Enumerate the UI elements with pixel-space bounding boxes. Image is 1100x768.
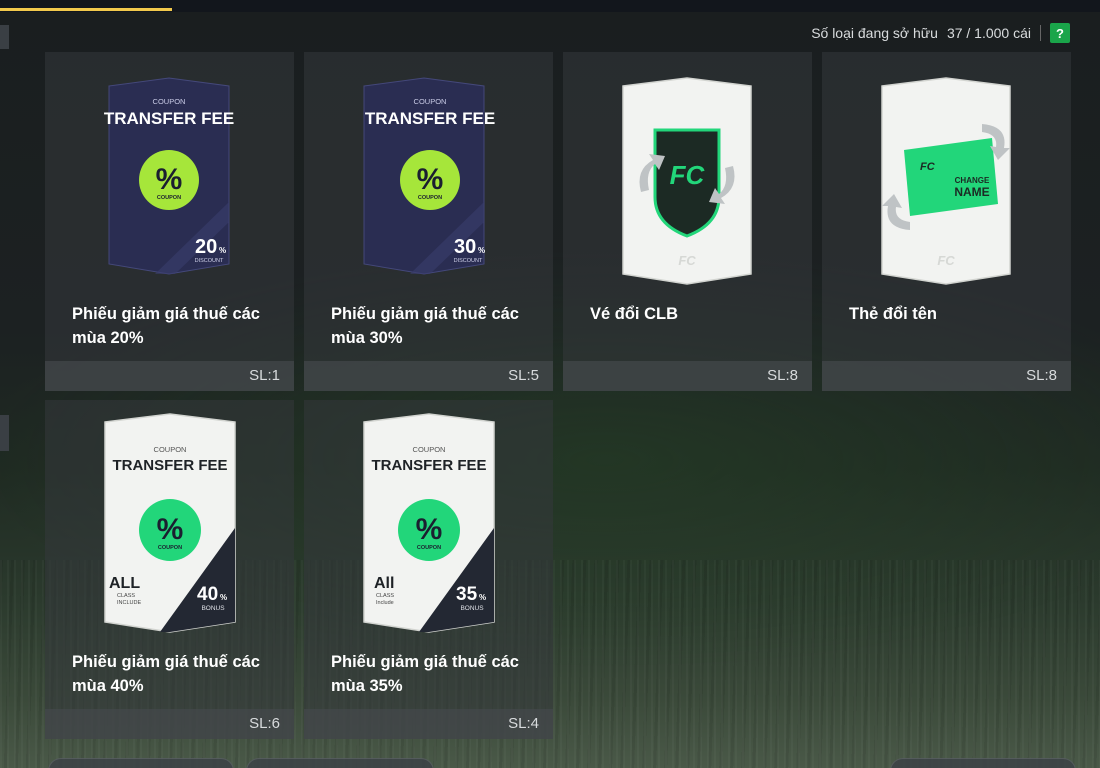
transfer-fee-coupon-art: COUPON TRANSFER FEE % COUPON 20 % DISCOU… bbox=[104, 77, 234, 275]
transfer-fee-title: TRANSFER FEE bbox=[112, 457, 227, 474]
svg-text:FC: FC bbox=[678, 253, 696, 268]
bottom-action-button[interactable] bbox=[48, 758, 234, 768]
discount-value: 30 bbox=[454, 236, 476, 258]
percent-glyph: % bbox=[156, 163, 183, 196]
discount-sub: DISCOUNT bbox=[195, 258, 224, 264]
divider bbox=[1040, 25, 1041, 41]
left-scroll-edge bbox=[0, 415, 9, 451]
class-sub1: CLASS bbox=[117, 593, 135, 599]
ticket-line2: NAME bbox=[954, 185, 989, 199]
coupon-label: COUPON bbox=[153, 97, 186, 106]
item-footer: SL:1 bbox=[45, 361, 294, 391]
item-quantity: SL:8 bbox=[1026, 367, 1057, 384]
item-name: Phiếu giảm giá thuế các mùa 20% bbox=[72, 305, 260, 347]
badge-sub: COUPON bbox=[158, 545, 182, 551]
percent-glyph: % bbox=[157, 513, 184, 546]
class-main: ALL bbox=[109, 575, 140, 592]
bonus-sub: BONUS bbox=[460, 605, 484, 612]
item-quantity: SL:8 bbox=[767, 367, 798, 384]
discount-sub: DISCOUNT bbox=[454, 258, 483, 264]
svg-text:FC: FC bbox=[670, 160, 706, 190]
item-footer: SL:8 bbox=[822, 361, 1071, 391]
bonus-unit: % bbox=[220, 593, 227, 602]
item-quantity: SL:1 bbox=[249, 367, 280, 384]
transfer-fee-coupon-art: COUPON TRANSFER FEE % COUPON All CLASS I… bbox=[363, 413, 495, 633]
item-name: Phiếu giảm giá thuế các mùa 40% bbox=[72, 653, 260, 695]
item-footer: SL:6 bbox=[45, 709, 294, 739]
bottom-action-button[interactable] bbox=[890, 758, 1076, 768]
discount-unit: % bbox=[478, 246, 485, 255]
left-scroll-edge bbox=[0, 25, 9, 49]
badge-sub: COUPON bbox=[417, 545, 441, 551]
item-quantity: SL:5 bbox=[508, 367, 539, 384]
coupon-label: COUPON bbox=[154, 445, 187, 454]
item-card[interactable]: COUPON TRANSFER FEE % COUPON All CLASS I… bbox=[304, 400, 553, 739]
item-name: Phiếu giảm giá thuế các mùa 30% bbox=[331, 305, 519, 347]
name-change-card-art: FC CHANGE NAME FC bbox=[881, 77, 1011, 285]
top-tab-bar bbox=[0, 0, 1100, 12]
item-name: Vé đổi CLB bbox=[590, 305, 679, 323]
badge-sub: COUPON bbox=[157, 195, 181, 201]
item-quantity: SL:4 bbox=[508, 715, 539, 732]
item-card[interactable]: COUPON TRANSFER FEE % COUPON ALL CLASS I… bbox=[45, 400, 294, 739]
class-sub2: INCLUDE bbox=[117, 600, 141, 606]
bonus-value: 35 bbox=[456, 584, 478, 605]
badge-sub: COUPON bbox=[418, 195, 442, 201]
item-footer: SL:5 bbox=[304, 361, 553, 391]
item-card[interactable]: FC CHANGE NAME FC Thẻ đổi tên SL:8 bbox=[822, 52, 1071, 391]
item-card[interactable]: COUPON TRANSFER FEE % COUPON 20 % DISCOU… bbox=[45, 52, 294, 391]
bottom-action-button[interactable] bbox=[246, 758, 434, 768]
item-card[interactable]: COUPON TRANSFER FEE % COUPON 30 % DISCOU… bbox=[304, 52, 553, 391]
class-sub2: Include bbox=[376, 600, 394, 606]
class-sub1: CLASS bbox=[376, 593, 394, 599]
ticket-line1: CHANGE bbox=[955, 176, 990, 185]
item-name: Phiếu giảm giá thuế các mùa 35% bbox=[331, 653, 519, 695]
item-name: Thẻ đổi tên bbox=[849, 305, 937, 323]
help-button[interactable]: ? bbox=[1050, 23, 1070, 43]
discount-unit: % bbox=[219, 246, 226, 255]
ownership-count: 37 / 1.000 cái bbox=[946, 25, 1031, 41]
transfer-fee-coupon-art: COUPON TRANSFER FEE % COUPON 30 % DISCOU… bbox=[363, 77, 495, 275]
transfer-fee-coupon-art: COUPON TRANSFER FEE % COUPON ALL CLASS I… bbox=[104, 413, 236, 633]
svg-text:FC: FC bbox=[937, 253, 955, 268]
coupon-label: COUPON bbox=[413, 445, 446, 454]
transfer-fee-title: TRANSFER FEE bbox=[371, 457, 486, 474]
club-change-ticket-art: FC FC bbox=[622, 77, 752, 285]
percent-glyph: % bbox=[417, 163, 444, 196]
percent-glyph: % bbox=[416, 513, 443, 546]
ownership-counter: Số loại đang sở hữu 37 / 1.000 cái ? bbox=[811, 23, 1070, 43]
discount-value: 20 bbox=[195, 236, 217, 258]
bonus-unit: % bbox=[479, 593, 486, 602]
coupon-label: COUPON bbox=[414, 97, 447, 106]
transfer-fee-title: TRANSFER FEE bbox=[104, 109, 234, 128]
item-quantity: SL:6 bbox=[249, 715, 280, 732]
class-main: All bbox=[374, 575, 394, 592]
bonus-sub: BONUS bbox=[201, 605, 225, 612]
item-footer: SL:4 bbox=[304, 709, 553, 739]
ownership-label: Số loại đang sở hữu bbox=[811, 25, 938, 41]
active-tab-indicator[interactable] bbox=[0, 8, 172, 11]
item-footer: SL:8 bbox=[563, 361, 812, 391]
item-card[interactable]: FC FC Vé đổi CLB SL:8 bbox=[563, 52, 812, 391]
transfer-fee-title: TRANSFER FEE bbox=[365, 109, 495, 128]
svg-text:FC: FC bbox=[920, 161, 936, 173]
bonus-value: 40 bbox=[197, 584, 218, 605]
